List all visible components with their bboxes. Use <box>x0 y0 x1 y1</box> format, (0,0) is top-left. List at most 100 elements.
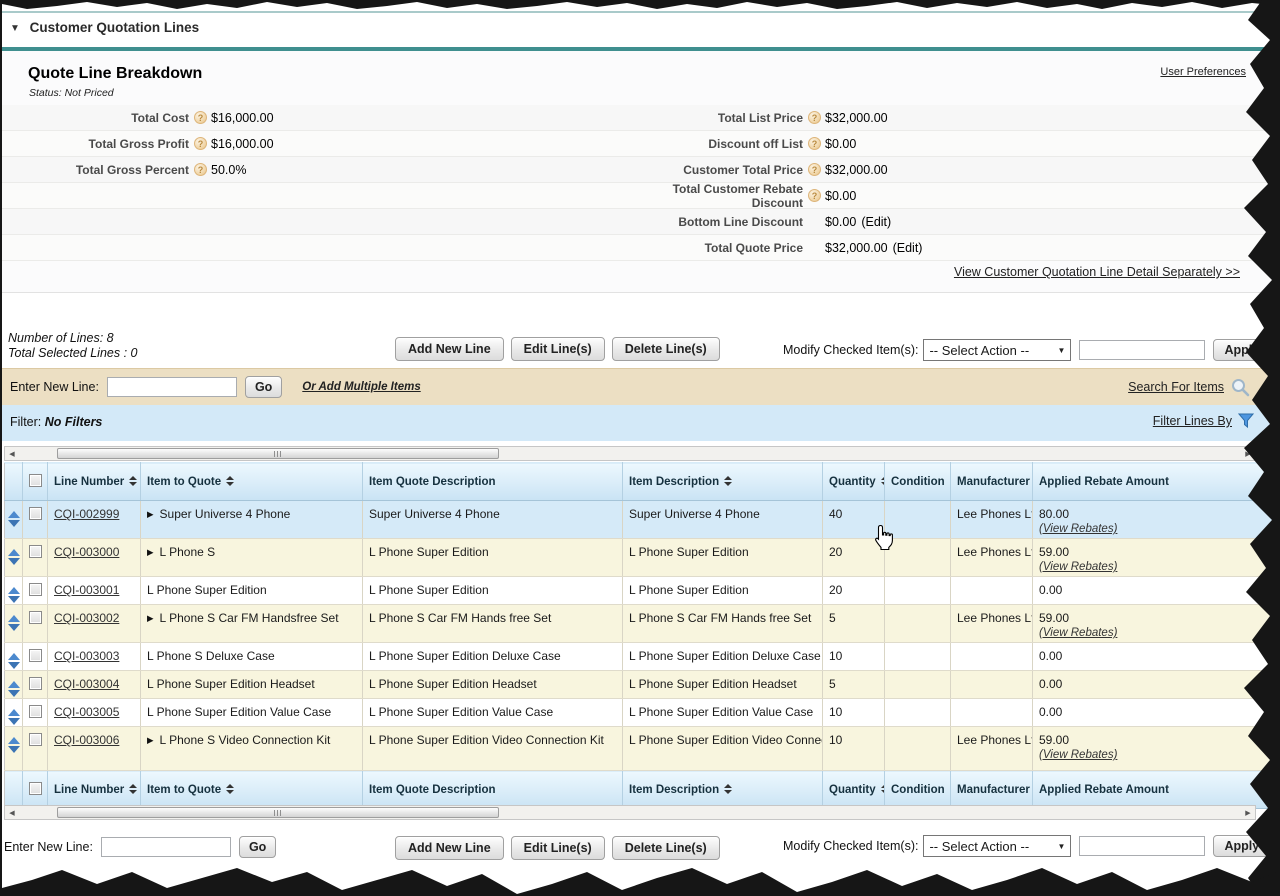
expand-icon[interactable]: ▶ <box>147 735 154 745</box>
expand-icon[interactable]: ▶ <box>147 547 154 557</box>
column-header-condition[interactable]: Condition <box>885 771 951 809</box>
column-header-line-number[interactable]: Line Number <box>48 463 141 501</box>
help-icon[interactable]: ? <box>808 111 821 124</box>
column-header-item-description[interactable]: Item Description <box>623 771 823 809</box>
sort-icon[interactable] <box>724 784 732 794</box>
reorder-handle-icon[interactable] <box>8 653 20 669</box>
go-button[interactable]: Go <box>245 376 282 398</box>
scroll-left-arrow[interactable]: ◀ <box>6 807 18 818</box>
scroll-right-arrow[interactable]: ▶ <box>1242 807 1254 818</box>
sort-icon[interactable] <box>129 476 137 486</box>
column-header-item-to-quote[interactable]: Item to Quote <box>141 463 363 501</box>
row-checkbox[interactable] <box>29 583 42 596</box>
help-icon[interactable]: ? <box>808 137 821 150</box>
row-checkbox[interactable] <box>29 545 42 558</box>
modify-value-input[interactable] <box>1079 340 1205 360</box>
sort-icon[interactable] <box>129 784 137 794</box>
expand-icon[interactable]: ▶ <box>147 509 154 519</box>
add-multiple-items-link[interactable]: Or Add Multiple Items <box>302 381 420 393</box>
sort-icon[interactable] <box>226 476 234 486</box>
reorder-down <box>8 558 20 565</box>
sort-icon[interactable] <box>881 784 885 794</box>
help-icon[interactable]: ? <box>808 163 821 176</box>
column-header-quantity[interactable]: Quantity <box>823 771 885 809</box>
quantity-text: 20 <box>829 545 842 559</box>
scrollbar-thumb[interactable] <box>57 448 499 459</box>
go-button[interactable]: Go <box>239 836 276 858</box>
sort-icon[interactable] <box>881 476 885 486</box>
line-number-link[interactable]: CQI-003005 <box>54 705 119 719</box>
view-rebates-link[interactable]: (View Rebates) <box>1039 523 1117 535</box>
view-detail-link[interactable]: View Customer Quotation Line Detail Sepa… <box>954 265 1240 279</box>
edit-lines-button[interactable]: Edit Line(s) <box>511 836 605 860</box>
row-checkbox[interactable] <box>29 677 42 690</box>
scroll-right-arrow[interactable]: ▶ <box>1242 448 1254 459</box>
view-rebates-link[interactable]: (View Rebates) <box>1039 627 1117 639</box>
add-new-line-button[interactable]: Add New Line <box>395 836 504 860</box>
modify-value-input[interactable] <box>1079 836 1205 856</box>
enter-new-line-input[interactable] <box>107 377 237 397</box>
edit-lines-button[interactable]: Edit Line(s) <box>511 337 605 361</box>
scrollbar-thumb[interactable] <box>57 807 499 818</box>
view-rebates-link[interactable]: (View Rebates) <box>1039 749 1117 761</box>
item-quote-description-text-cell: L Phone Super Edition Headset <box>363 671 623 699</box>
horizontal-scrollbar-bottom[interactable]: ◀ ▶ <box>4 805 1256 820</box>
reorder-handle-icon[interactable] <box>8 737 20 753</box>
add-new-line-button[interactable]: Add New Line <box>395 337 504 361</box>
line-number-link[interactable]: CQI-003002 <box>54 611 119 625</box>
collapse-icon[interactable]: ▼ <box>10 23 20 34</box>
filter-funnel-icon[interactable] <box>1238 413 1254 429</box>
row-checkbox[interactable] <box>29 705 42 718</box>
column-header-manufacturer[interactable]: Manufacturer <box>951 771 1033 809</box>
search-for-items-link[interactable]: Search For Items <box>1128 380 1224 394</box>
reorder-handle-icon[interactable] <box>8 549 20 565</box>
select-all-checkbox[interactable] <box>29 782 42 795</box>
user-preferences-link[interactable]: User Preferences <box>1160 66 1246 78</box>
help-icon[interactable]: ? <box>808 189 821 202</box>
column-header-condition[interactable]: Condition <box>885 463 951 501</box>
line-number-link[interactable]: CQI-003004 <box>54 677 119 691</box>
row-checkbox[interactable] <box>29 611 42 624</box>
row-checkbox[interactable] <box>29 733 42 746</box>
expand-icon[interactable]: ▶ <box>147 613 154 623</box>
help-icon[interactable]: ? <box>194 111 207 124</box>
reorder-handle-icon[interactable] <box>8 587 20 603</box>
line-number-link[interactable]: CQI-003000 <box>54 545 119 559</box>
help-icon[interactable]: ? <box>194 163 207 176</box>
column-header-quantity[interactable]: Quantity <box>823 463 885 501</box>
sort-icon[interactable] <box>226 784 234 794</box>
scroll-left-arrow[interactable]: ◀ <box>6 448 18 459</box>
column-header-line-number[interactable]: Line Number <box>48 771 141 809</box>
column-header-item-to-quote[interactable]: Item to Quote <box>141 771 363 809</box>
line-number-link[interactable]: CQI-002999 <box>54 507 119 521</box>
delete-lines-button[interactable]: Delete Line(s) <box>612 337 720 361</box>
apply-button[interactable]: Apply <box>1213 835 1270 857</box>
sort-icon[interactable] <box>724 476 732 486</box>
line-number-link[interactable]: CQI-003006 <box>54 733 119 747</box>
help-icon[interactable]: ? <box>194 137 207 150</box>
row-checkbox[interactable] <box>29 507 42 520</box>
column-header-item-description[interactable]: Item Description <box>623 463 823 501</box>
section-header[interactable]: ▼ Customer Quotation Lines <box>10 20 199 35</box>
delete-lines-button[interactable]: Delete Line(s) <box>612 836 720 860</box>
item-quote-description-text-cell: L Phone Super Edition Deluxe Case <box>363 643 623 671</box>
view-rebates-link[interactable]: (View Rebates) <box>1039 561 1117 573</box>
reorder-handle-icon[interactable] <box>8 681 20 697</box>
filter-lines-by-link[interactable]: Filter Lines By <box>1153 414 1232 428</box>
horizontal-scrollbar-top[interactable]: ◀ ▶ <box>4 446 1256 461</box>
search-icon[interactable] <box>1230 377 1250 397</box>
column-header-manufacturer[interactable]: Manufacturer <box>951 463 1033 501</box>
select-action-dropdown[interactable]: -- Select Action -- ▼ <box>923 339 1071 361</box>
row-checkbox[interactable] <box>29 649 42 662</box>
edit-link[interactable]: (Edit) <box>893 241 923 255</box>
apply-button[interactable]: Apply <box>1213 339 1270 361</box>
reorder-handle-icon[interactable] <box>8 709 20 725</box>
reorder-handle-icon[interactable] <box>8 511 20 527</box>
select-action-dropdown[interactable]: -- Select Action -- ▼ <box>923 835 1071 857</box>
line-number-link[interactable]: CQI-003003 <box>54 649 119 663</box>
line-number-link[interactable]: CQI-003001 <box>54 583 119 597</box>
enter-new-line-input[interactable] <box>101 837 231 857</box>
reorder-handle-icon[interactable] <box>8 615 20 631</box>
edit-link[interactable]: (Edit) <box>861 215 891 229</box>
select-all-checkbox[interactable] <box>29 474 42 487</box>
